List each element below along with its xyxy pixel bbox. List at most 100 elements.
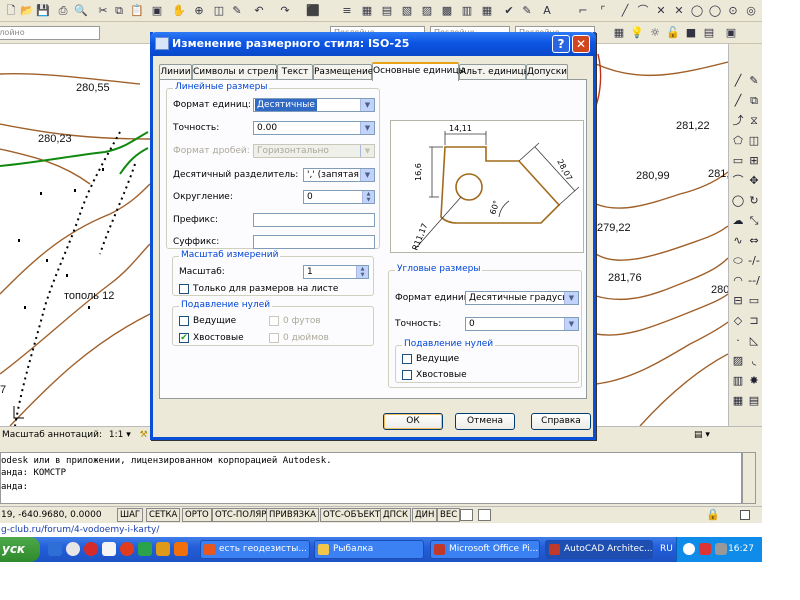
command-scrollbar[interactable] (742, 452, 756, 504)
app3-icon[interactable] (174, 542, 188, 556)
sheet-set-icon[interactable]: ▧ (400, 4, 414, 18)
tab-fit[interactable]: Размещение (313, 64, 373, 80)
match-icon[interactable]: ▣ (150, 4, 164, 18)
close-icon[interactable]: ✕ (572, 35, 590, 53)
cancel-button[interactable]: Отмена (455, 413, 515, 430)
pencil-icon[interactable]: ✎ (230, 4, 244, 18)
layer-combo[interactable]: Послойно (0, 26, 100, 40)
grid-button[interactable]: СЕТКА (146, 508, 181, 522)
annotation-scale-value[interactable]: 1:1 ▾ (109, 430, 131, 440)
angular-leading-checkbox[interactable] (402, 354, 412, 364)
chevron-down-icon[interactable]: ▼ (564, 318, 578, 330)
ducs-button[interactable]: ДПСК (380, 508, 412, 522)
task-folder[interactable]: Рыбалка (314, 540, 424, 559)
point-icon[interactable]: · (731, 334, 745, 348)
color-swatch-icon[interactable]: ■ (684, 26, 698, 40)
gradient-icon[interactable]: ▥ (731, 374, 745, 388)
grid-icon[interactable]: ▦ (480, 4, 494, 18)
clean-screen-icon[interactable] (740, 510, 750, 520)
properties-icon[interactable]: ⬛ (306, 4, 320, 18)
task-browser[interactable]: есть геодезисты... (200, 540, 310, 559)
trailing-checkbox[interactable]: ✔ (179, 333, 189, 343)
x2-icon[interactable]: ✕ (672, 4, 686, 18)
x-icon[interactable]: ✕ (654, 4, 668, 18)
rectangle-icon[interactable]: ▭ (731, 154, 745, 168)
block-icon[interactable]: ◇ (731, 314, 745, 328)
circle-tool-icon[interactable]: ◯ (731, 194, 745, 208)
command-line[interactable]: odesk или в приложении, лицензированном … (0, 452, 742, 504)
dialog-titlebar[interactable]: Изменение размерного стиля: ISO-25 ? ✕ (150, 32, 596, 56)
tray-volume-icon[interactable] (715, 543, 727, 555)
app2-icon[interactable] (156, 542, 170, 556)
check-icon[interactable]: ✔ (502, 4, 516, 18)
markup-icon[interactable]: ▨ (420, 4, 434, 18)
save-icon[interactable]: 💾 (36, 4, 50, 18)
media-icon[interactable] (120, 542, 134, 556)
opera-icon[interactable] (84, 542, 98, 556)
rotate-icon[interactable]: ↻ (747, 194, 761, 208)
mirror-icon[interactable]: ⧖ (747, 114, 761, 128)
tray-network-icon[interactable] (699, 543, 711, 555)
offset-icon[interactable]: ◫ (747, 134, 761, 148)
otrack-button[interactable]: ОТС-ОБЪЕКТ (320, 508, 384, 522)
text-icon[interactable]: A (540, 4, 554, 18)
angular-precision-select[interactable]: 0 ▼ (465, 317, 579, 331)
pan-icon[interactable]: ✋ (172, 4, 186, 18)
ok-button[interactable]: ОК (383, 413, 443, 430)
snap-button[interactable]: ШАГ (117, 508, 144, 522)
spinner-icon[interactable]: ▲ ▼ (356, 266, 368, 278)
trim-icon[interactable]: -/- (747, 254, 761, 268)
clock[interactable]: 16:27 (728, 537, 754, 562)
tab-text[interactable]: Текст (277, 64, 313, 80)
circle4-icon[interactable]: ◎ (744, 4, 758, 18)
app-icon[interactable] (138, 542, 152, 556)
ortho-button[interactable]: ОРТО (182, 508, 212, 522)
print-icon[interactable]: ⎙ (56, 4, 70, 18)
circle2-icon[interactable]: ◯ (708, 4, 722, 18)
chamfer-icon[interactable]: ◺ (747, 334, 761, 348)
polygon-icon[interactable]: ⬠ (731, 134, 745, 148)
hatch-icon[interactable]: ▨ (731, 354, 745, 368)
redo-icon[interactable]: ↷ (278, 4, 292, 18)
zoom-window-icon[interactable]: ◫ (212, 4, 226, 18)
layer-state-icon[interactable]: ▤ (702, 26, 716, 40)
corner-icon[interactable]: ⌐ (576, 4, 590, 18)
tray-icon[interactable] (683, 543, 695, 555)
unit-format-select[interactable]: Десятичные ▼ (253, 98, 375, 112)
circle3-icon[interactable]: ⊙ (726, 4, 740, 18)
stretch-icon[interactable]: ⇔ (747, 234, 761, 248)
model-icon[interactable] (460, 509, 473, 521)
erase-icon[interactable]: ✎ (747, 74, 761, 88)
layer-prev-icon[interactable]: ▣ (724, 26, 738, 40)
insert-icon[interactable]: ⊟ (731, 294, 745, 308)
tab-tolerances[interactable]: Допуски (526, 64, 568, 80)
task-office[interactable]: Microsoft Office Pi... (430, 540, 540, 559)
ie-icon[interactable] (48, 542, 62, 556)
cloud-icon[interactable]: ☁ (731, 214, 745, 228)
open-icon[interactable]: 📂 (20, 4, 34, 18)
layout-tab-icon[interactable] (478, 509, 491, 521)
move-icon[interactable]: ✥ (747, 174, 761, 188)
precision-select[interactable]: 0.00 ▼ (253, 121, 375, 135)
arc-tool-icon[interactable]: ⌒ (731, 174, 745, 188)
dyn-button[interactable]: ДИН (412, 508, 438, 522)
suffix-field[interactable] (253, 235, 375, 249)
decimal-separator-select[interactable]: ',' (запятая) ▼ (303, 168, 375, 182)
explode-icon[interactable]: ✸ (747, 374, 761, 388)
workspace-icon[interactable]: ▤ ▾ (694, 427, 710, 443)
scale-icon[interactable]: ⤡ (747, 214, 761, 228)
coordinates-display[interactable]: 19, -640.9680, 0.0000 (0, 507, 102, 524)
help-button[interactable]: Справка (531, 413, 591, 430)
extend-icon[interactable]: --/ (747, 274, 761, 288)
line-icon[interactable]: ⌜ (596, 4, 610, 18)
help-icon[interactable]: ? (552, 35, 570, 53)
circle-icon[interactable]: ◯ (690, 4, 704, 18)
table-tool-icon[interactable]: ▤ (747, 394, 761, 408)
ray-icon[interactable]: ╱ (731, 94, 745, 108)
lock-status-icon[interactable]: 🔒 (706, 508, 720, 521)
tab-symbols-arrows[interactable]: Символы и стрелки (192, 64, 286, 80)
arc-icon[interactable]: ⌒ (636, 4, 650, 18)
tab-primary-units[interactable]: Основные единицы (372, 62, 466, 81)
calc-icon[interactable]: ▩ (440, 4, 454, 18)
copy-icon[interactable]: ⧉ (112, 4, 126, 18)
